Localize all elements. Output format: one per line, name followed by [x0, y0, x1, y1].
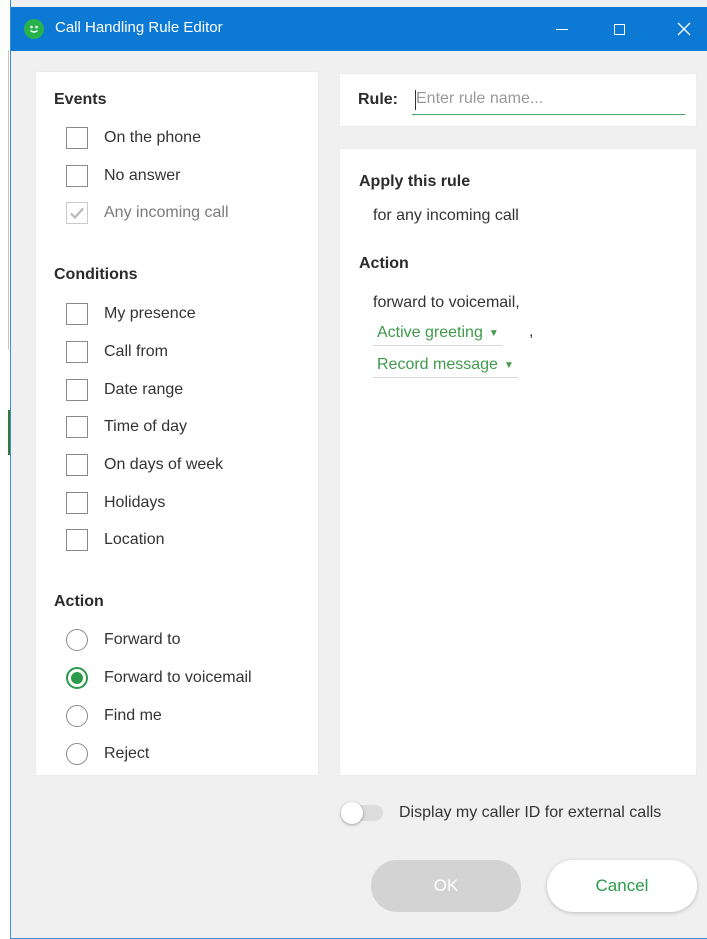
condition-holidays[interactable]: Holidays: [66, 490, 165, 516]
event-any-incoming-call: Any incoming call: [66, 200, 229, 226]
greeting-dropdown-value: Active greeting: [377, 324, 483, 341]
radio-button[interactable]: [66, 705, 88, 727]
message-dropdown-value: Record message: [377, 356, 498, 373]
checkbox[interactable]: [66, 416, 88, 438]
radio-button[interactable]: [66, 629, 88, 651]
minimize-icon: [556, 28, 568, 30]
apply-rule-heading: Apply this rule: [359, 173, 471, 190]
rule-name-label: Rule:: [358, 91, 398, 108]
caller-id-toggle-row[interactable]: Display my caller ID for external calls: [341, 800, 662, 826]
maximize-icon: [613, 23, 625, 35]
title-bar[interactable]: Call Handling Rule Editor: [11, 7, 707, 51]
checkbox-checked-disabled: [66, 202, 88, 224]
checkbox[interactable]: [66, 529, 88, 551]
action-forward-to[interactable]: Forward to: [66, 627, 180, 653]
checkbox-label: Any incoming call: [104, 204, 229, 221]
condition-date-range[interactable]: Date range: [66, 377, 183, 403]
rule-name-input[interactable]: [412, 84, 685, 115]
maximize-button[interactable]: [596, 7, 642, 51]
condition-my-presence[interactable]: My presence: [66, 301, 196, 327]
checkbox-label: Holidays: [104, 494, 166, 511]
checkbox[interactable]: [66, 492, 88, 514]
ok-button[interactable]: OK: [371, 860, 521, 912]
rule-name-panel: Rule:: [340, 74, 696, 126]
background-divider: [8, 50, 9, 350]
radio-label: Find me: [104, 707, 162, 724]
event-no-answer[interactable]: No answer: [66, 163, 180, 189]
condition-days-of-week[interactable]: On days of week: [66, 452, 223, 478]
checkbox-label: Location: [104, 531, 165, 548]
check-icon: [70, 207, 84, 220]
checkbox-label: Call from: [104, 343, 169, 360]
caller-id-toggle[interactable]: [341, 802, 383, 824]
dropdown-arrow-icon: ▼: [503, 359, 514, 371]
checkbox[interactable]: [66, 379, 88, 401]
checkbox[interactable]: [66, 165, 88, 187]
checkbox-label: On the phone: [104, 129, 201, 146]
events-heading: Events: [54, 91, 107, 108]
checkbox[interactable]: [66, 454, 88, 476]
radio-label: Forward to voicemail: [104, 669, 252, 686]
action-heading: Action: [54, 593, 104, 610]
condition-call-from[interactable]: Call from: [66, 339, 168, 365]
checkbox-label: My presence: [104, 305, 196, 322]
rule-summary-panel: Apply this rule for any incoming call Ac…: [340, 149, 696, 775]
event-on-the-phone[interactable]: On the phone: [66, 125, 201, 151]
checkbox-label: Time of day: [104, 418, 187, 435]
radio-button[interactable]: [66, 743, 88, 765]
radio-dot-icon: [71, 672, 83, 684]
action-summary-text: forward to voicemail,: [373, 294, 520, 311]
radio-button-selected[interactable]: [66, 667, 88, 689]
close-button[interactable]: [661, 7, 707, 51]
apply-rule-text: for any incoming call: [373, 207, 519, 224]
close-icon: [677, 22, 691, 36]
action-find-me[interactable]: Find me: [66, 703, 162, 729]
radio-label: Forward to: [104, 631, 181, 648]
action-forward-to-voicemail[interactable]: Forward to voicemail: [66, 665, 252, 691]
minimize-button[interactable]: [539, 7, 585, 51]
background-window-edge: [0, 0, 10, 939]
cancel-button[interactable]: Cancel: [547, 860, 697, 912]
checkbox-label: Date range: [104, 381, 184, 398]
toggle-knob: [341, 802, 363, 824]
action-summary-heading: Action: [359, 255, 409, 272]
rule-editor-window: Call Handling Rule Editor Events On the …: [10, 0, 707, 939]
message-dropdown[interactable]: Record message ▼: [373, 353, 518, 378]
checkbox[interactable]: [66, 341, 88, 363]
action-reject[interactable]: Reject: [66, 741, 149, 767]
rule-options-panel: Events On the phone No answer Any incomi…: [36, 72, 318, 775]
radio-label: Reject: [104, 745, 150, 762]
text-cursor: [415, 90, 416, 110]
checkbox[interactable]: [66, 127, 88, 149]
checkbox[interactable]: [66, 303, 88, 325]
conditions-heading: Conditions: [54, 266, 138, 283]
dropdown-arrow-icon: ▼: [488, 327, 499, 339]
checkbox-label: On days of week: [104, 456, 224, 473]
condition-time-of-day[interactable]: Time of day: [66, 414, 187, 440]
greeting-dropdown[interactable]: Active greeting ▼: [373, 321, 503, 346]
app-logo-icon: [24, 19, 44, 39]
greeting-comma: ,: [529, 323, 534, 340]
caller-id-toggle-label: Display my caller ID for external calls: [399, 804, 662, 821]
condition-location[interactable]: Location: [66, 527, 165, 553]
window-title: Call Handling Rule Editor: [55, 19, 223, 36]
checkbox-label: No answer: [104, 167, 181, 184]
